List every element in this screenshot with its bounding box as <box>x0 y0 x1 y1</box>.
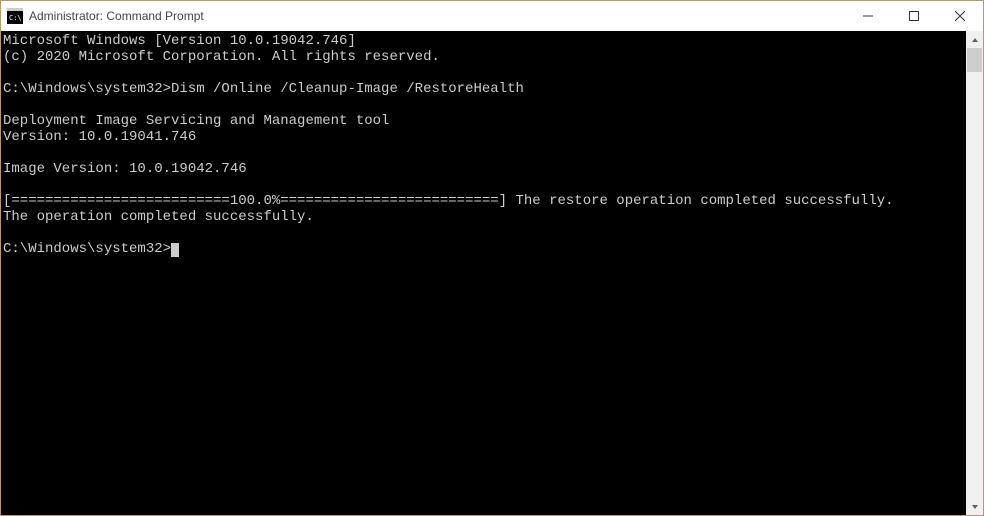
terminal-line: Version: 10.0.19041.746 <box>3 129 966 145</box>
minimize-button[interactable] <box>845 1 891 31</box>
terminal-line: C:\Windows\system32>Dism /Online /Cleanu… <box>3 81 966 97</box>
close-button[interactable] <box>937 1 983 31</box>
terminal-line: Deployment Image Servicing and Managemen… <box>3 113 966 129</box>
terminal-output[interactable]: Microsoft Windows [Version 10.0.19042.74… <box>1 31 966 515</box>
terminal-line: The operation completed successfully. <box>3 209 966 225</box>
terminal-line <box>3 225 966 241</box>
cursor <box>171 243 179 257</box>
terminal-line <box>3 145 966 161</box>
maximize-button[interactable] <box>891 1 937 31</box>
terminal-line: (c) 2020 Microsoft Corporation. All righ… <box>3 49 966 65</box>
terminal-line <box>3 65 966 81</box>
scroll-up-arrow[interactable] <box>966 31 983 48</box>
terminal-line: Microsoft Windows [Version 10.0.19042.74… <box>3 33 966 49</box>
scroll-thumb[interactable] <box>967 48 982 72</box>
window-controls <box>845 1 983 31</box>
terminal-line <box>3 97 966 113</box>
terminal-line <box>3 177 966 193</box>
prompt-text: C:\Windows\system32> <box>3 241 171 257</box>
scroll-down-arrow[interactable] <box>966 498 983 515</box>
svg-text:C:\: C:\ <box>9 14 22 22</box>
titlebar[interactable]: C:\ Administrator: Command Prompt <box>1 1 983 31</box>
window-title: Administrator: Command Prompt <box>29 9 845 23</box>
terminal-line: Image Version: 10.0.19042.746 <box>3 161 966 177</box>
vertical-scrollbar[interactable] <box>966 31 983 515</box>
content-area: Microsoft Windows [Version 10.0.19042.74… <box>1 31 983 515</box>
terminal-line: [==========================100.0%=======… <box>3 193 966 209</box>
terminal-prompt-line[interactable]: C:\Windows\system32> <box>3 241 966 257</box>
cmd-icon: C:\ <box>7 8 23 24</box>
command-prompt-window: C:\ Administrator: Command Prompt Micros… <box>0 0 984 516</box>
